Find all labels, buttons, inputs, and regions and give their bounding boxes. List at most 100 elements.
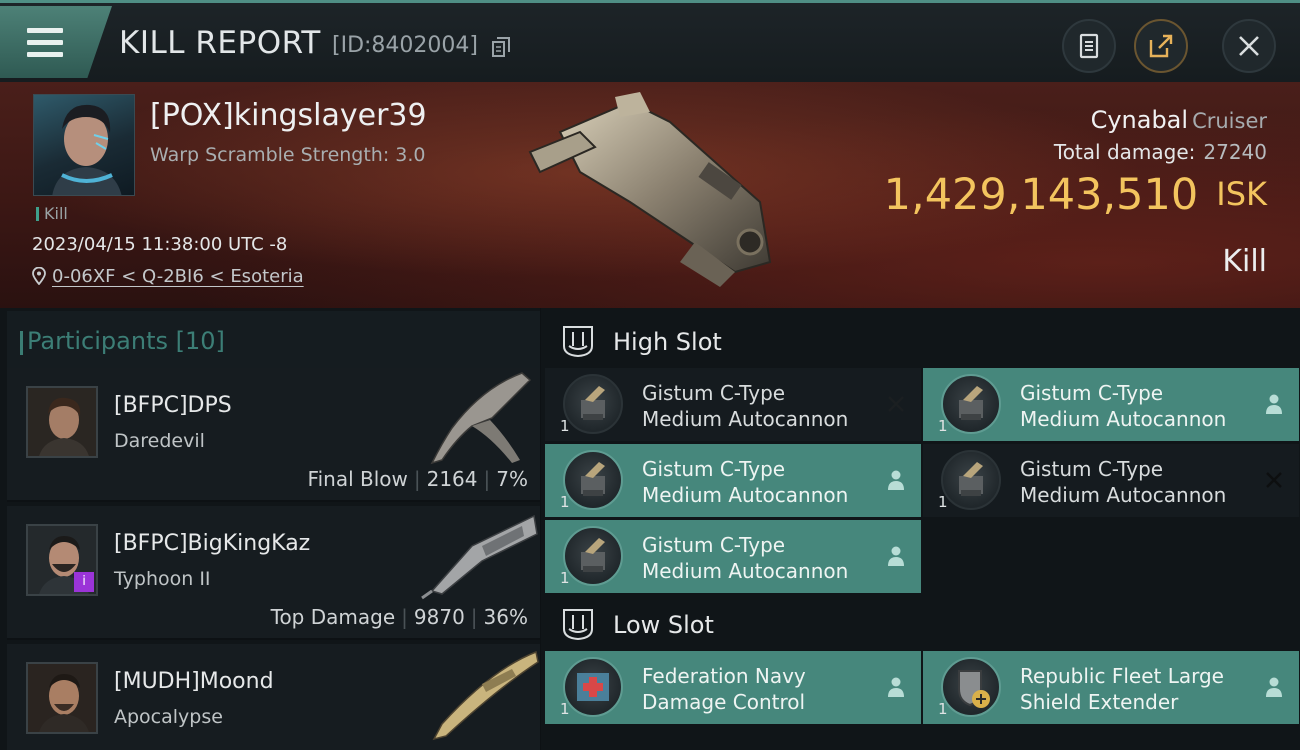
participant-ship-image <box>430 372 532 465</box>
participant-stats: Top Damage | 9870 | 36% <box>270 605 528 629</box>
participant-ship: Typhoon II <box>114 568 211 590</box>
dropped-person-icon <box>888 677 904 697</box>
victim-ship[interactable]: Cynabal Cruiser <box>1091 106 1267 134</box>
victim-ship-image <box>528 92 772 287</box>
victim-portrait[interactable] <box>33 94 135 196</box>
module-item[interactable]: 1 Gistum C-Type Medium Autocannon <box>923 368 1299 441</box>
isk-value: 1,429,143,510 ISK <box>884 170 1267 220</box>
module-item[interactable]: 1 Gistum C-Type Medium Autocannon <box>545 444 921 517</box>
isk-unit: ISK <box>1216 175 1267 213</box>
participants-label: Participants <box>27 327 168 355</box>
autocannon-icon <box>563 526 623 586</box>
participant-row[interactable]: [BFPC]DPS Daredevil Final Blow | 2164 | 7% <box>7 368 540 502</box>
module-item[interactable]: 1 Gistum C-Type Medium Autocannon <box>545 520 921 593</box>
high-slot-icon <box>563 326 593 358</box>
total-damage-value: 27240 <box>1203 140 1267 164</box>
participant-damage: 2164 <box>426 467 478 491</box>
participant-stats: Final Blow | 2164 | 7% <box>307 467 528 491</box>
close-button[interactable] <box>1222 19 1276 73</box>
copy-icon[interactable] <box>492 37 510 57</box>
destroyed-x-icon <box>888 396 904 412</box>
module-name: Gistum C-Type Medium Autocannon <box>1020 381 1227 431</box>
report-result: Kill <box>1222 244 1267 279</box>
module-quantity: 1 <box>560 417 570 435</box>
shield-extender-icon <box>941 657 1001 717</box>
ship-class: Cruiser <box>1192 109 1267 133</box>
character-badge-icon: i <box>74 572 94 592</box>
participant-row[interactable]: i [BFPC]BigKingKaz Typhoon II Top Damage… <box>7 506 540 640</box>
high-slot-title: High Slot <box>613 328 722 356</box>
participant-ship: Daredevil <box>114 430 205 452</box>
autocannon-icon <box>563 450 623 510</box>
module-item[interactable]: 1 Gistum C-Type Medium Autocannon <box>545 368 921 441</box>
low-slot-header: Low Slot <box>541 594 1300 654</box>
module-name: Gistum C-Type Medium Autocannon <box>642 381 849 431</box>
autocannon-icon <box>941 374 1001 434</box>
participant-name: [BFPC]DPS <box>114 393 232 418</box>
participant-ship-image <box>421 514 538 600</box>
module-item[interactable]: 1 Federation Navy Damage Control <box>545 651 921 724</box>
menu-button[interactable] <box>0 6 112 78</box>
module-quantity: 1 <box>938 493 948 511</box>
module-quantity: 1 <box>938 700 948 718</box>
close-icon <box>1239 36 1259 56</box>
participant-role: Top Damage <box>270 605 396 629</box>
module-item[interactable]: 1 Republic Fleet Large Shield Extender <box>923 651 1299 724</box>
module-quantity: 1 <box>560 493 570 511</box>
dropped-person-icon <box>1266 394 1282 414</box>
participant-ship-image <box>432 650 539 741</box>
participant-name: [MUDH]Moond <box>114 669 274 694</box>
clipboard-icon <box>1079 33 1099 59</box>
participant-ship: Apocalypse <box>114 706 223 728</box>
share-button[interactable] <box>1134 19 1188 73</box>
participant-name: [BFPC]BigKingKaz <box>114 531 311 556</box>
module-quantity: 1 <box>560 700 570 718</box>
high-slot-header: High Slot <box>541 311 1300 371</box>
participant-role: Final Blow <box>307 467 408 491</box>
fitting-panel: High Slot 1 Gistum C-Type Medium Autocann… <box>541 308 1300 750</box>
victim-banner: [POX]kingslayer39 Warp Scramble Strength… <box>0 82 1300 308</box>
participants-count: [10] <box>175 327 225 355</box>
kill-timestamp: 2023/04/15 11:38:00 UTC -8 <box>32 234 288 255</box>
share-icon <box>1149 34 1173 58</box>
page-title: KILL REPORT <box>119 25 321 61</box>
location-link[interactable]: 0-06XF < Q-2BI6 < Esoteria <box>32 266 304 287</box>
autocannon-icon <box>941 450 1001 510</box>
low-slot-icon <box>563 609 593 641</box>
participant-row[interactable]: [MUDH]Moond Apocalypse <box>7 644 540 750</box>
participant-percent: 36% <box>483 605 528 629</box>
module-name: Gistum C-Type Medium Autocannon <box>642 533 849 583</box>
hamburger-menu-icon <box>27 28 63 58</box>
dropped-person-icon <box>888 470 904 490</box>
isk-amount: 1,429,143,510 <box>883 170 1199 220</box>
module-name: Republic Fleet Large Shield Extender <box>1020 664 1224 714</box>
damage-control-icon <box>563 657 623 717</box>
participants-header[interactable]: Participants [10] <box>7 311 540 371</box>
top-bar: KILL REPORT [ID:8402004] <box>0 0 1300 82</box>
participant-portrait <box>26 662 98 734</box>
participant-damage: 9870 <box>413 605 465 629</box>
dropped-person-icon <box>1266 677 1282 697</box>
autocannon-icon <box>563 374 623 434</box>
dropped-person-icon <box>888 546 904 566</box>
module-item[interactable]: 1 Gistum C-Type Medium Autocannon <box>923 444 1299 517</box>
victim-pilot-name[interactable]: [POX]kingslayer39 <box>150 98 427 133</box>
ship-name: Cynabal <box>1090 106 1189 134</box>
clipboard-button[interactable] <box>1062 19 1116 73</box>
total-damage: Total damage: 27240 <box>1054 140 1267 164</box>
module-name: Gistum C-Type Medium Autocannon <box>1020 457 1227 507</box>
location-pin-icon <box>32 267 46 285</box>
total-damage-label: Total damage: <box>1053 140 1196 164</box>
kill-tag: Kill <box>36 204 68 223</box>
participant-percent: 7% <box>496 467 528 491</box>
participants-title: Participants [10] <box>20 327 225 355</box>
location-text[interactable]: 0-06XF < Q-2BI6 < Esoteria <box>52 266 304 287</box>
module-name: Federation Navy Damage Control <box>642 664 806 714</box>
report-id: [ID:8402004] <box>332 33 478 58</box>
participants-panel: Participants [10] [BFPC]DPS Daredevil Fi… <box>0 308 540 750</box>
participant-portrait: i <box>26 524 98 596</box>
module-quantity: 1 <box>938 417 948 435</box>
destroyed-x-icon <box>1266 472 1282 488</box>
low-slot-title: Low Slot <box>613 611 714 639</box>
participant-portrait <box>26 386 98 458</box>
